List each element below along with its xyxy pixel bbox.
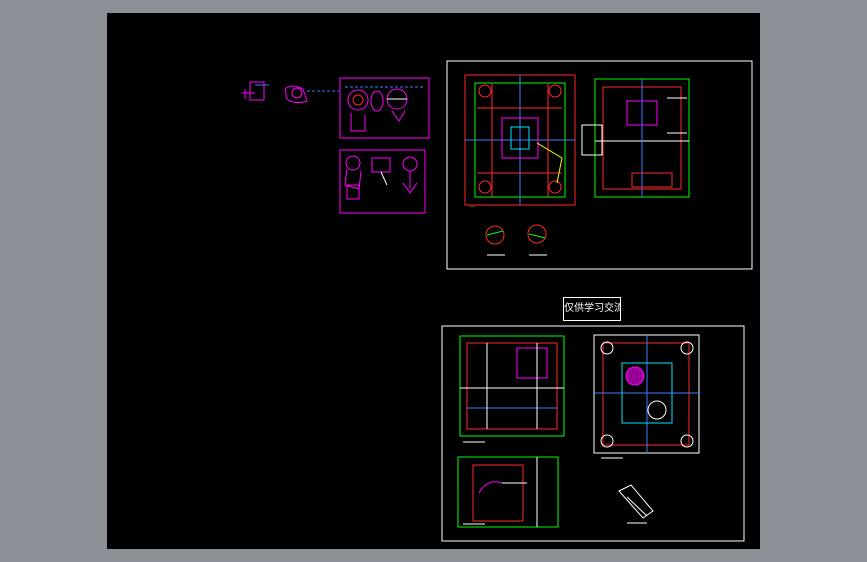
part-detail-box-2 xyxy=(339,149,426,214)
part-detail-box-1 xyxy=(339,77,430,139)
cad-model-space[interactable]: ____ 仅供学习交流 xyxy=(107,13,760,549)
drawing-sheet-bottom xyxy=(441,325,745,542)
cad-drawing: ____ xyxy=(242,60,753,542)
drawing-sheet-top: ____ xyxy=(446,60,753,270)
part-sketch-left xyxy=(242,81,339,104)
svg-text:____: ____ xyxy=(468,203,476,207)
watermark-note-label: 仅供学习交流 xyxy=(563,297,621,321)
